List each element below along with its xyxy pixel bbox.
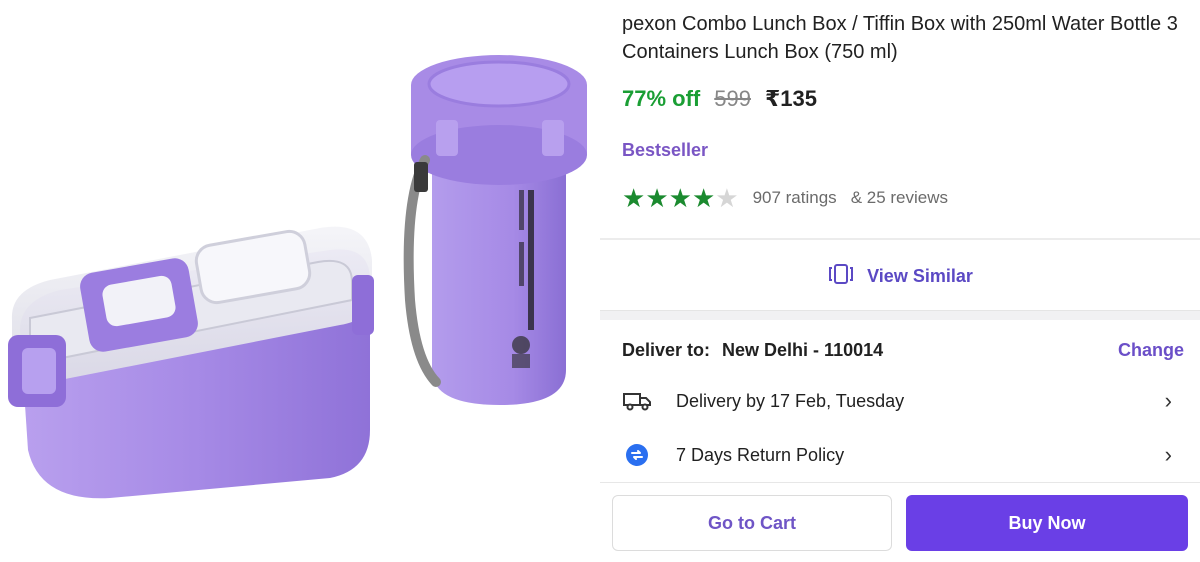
star-rating: ★ ★ ★ ★ ★ [622,185,739,211]
delivery-date-text: Delivery by 17 Feb, Tuesday [676,390,905,411]
discount-percent: 77% off [622,86,701,111]
chevron-right-icon: › [1164,442,1172,467]
chevron-right-icon: › [1164,388,1172,413]
go-to-cart-button[interactable]: Go to Cart [612,495,892,551]
truck-icon [622,389,652,413]
star-filled-icon: ★ [668,183,692,213]
original-price: 599 [714,86,751,111]
star-empty-icon: ★ [715,183,739,213]
view-similar-label: View Similar [867,265,973,286]
buy-now-button[interactable]: Buy Now [906,495,1188,551]
bottom-action-bar: Go to Cart Buy Now [600,482,1200,562]
star-filled-icon: ★ [645,183,669,213]
product-details: pexon Combo Lunch Box / Tiffin Box with … [600,0,1200,562]
delivery-location: New Delhi - 110014 [722,340,884,360]
return-policy-row[interactable]: 7 Days Return Policy › [622,442,1172,468]
price-row: 77% off 599 ₹135 [622,86,817,112]
section-divider [600,310,1200,320]
product-image[interactable] [0,0,600,562]
view-similar-button[interactable]: View Similar [600,242,1200,310]
rating-row[interactable]: ★ ★ ★ ★ ★ 907 ratings & 25 reviews [622,185,948,211]
similar-icon [827,263,855,290]
deliver-to-row: Deliver to: New Delhi - 110014 Change [622,340,1184,361]
reviews-count: & 25 reviews [850,188,949,207]
selling-price: ₹135 [764,86,817,111]
delivery-date-row[interactable]: Delivery by 17 Feb, Tuesday › [622,388,1172,414]
product-photo [8,55,587,499]
return-policy-text: 7 Days Return Policy [676,444,845,465]
return-policy-icon [622,443,652,467]
star-filled-icon: ★ [691,183,716,213]
star-filled-icon: ★ [622,183,646,213]
change-location-link[interactable]: Change [1118,340,1184,361]
bestseller-badge: Bestseller [622,140,709,160]
deliver-to-label: Deliver to: [622,340,711,360]
product-title: pexon Combo Lunch Box / Tiffin Box with … [622,13,1178,63]
divider [600,238,1200,240]
ratings-count: 907 ratings [752,188,837,207]
